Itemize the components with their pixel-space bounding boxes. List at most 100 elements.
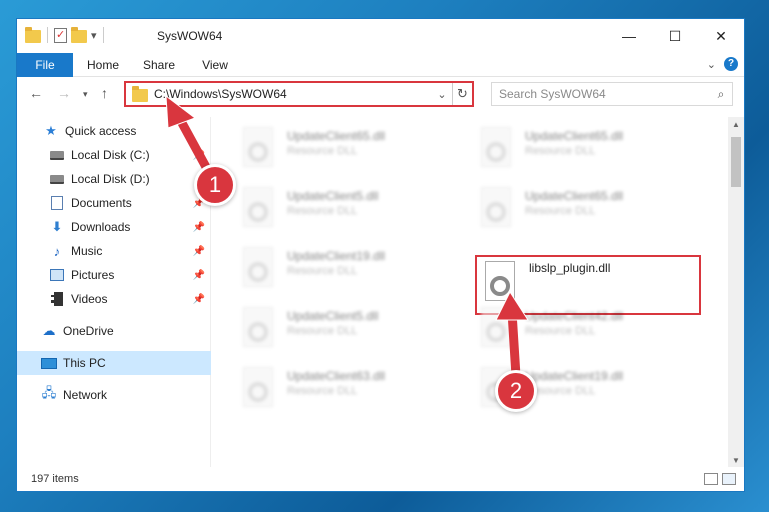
file-item[interactable]: UpdateClient65.dll Resource DLL: [473, 183, 703, 235]
details-view-icon[interactable]: [704, 473, 718, 485]
pictures-icon: [49, 267, 65, 283]
tab-view[interactable]: View: [189, 53, 241, 77]
address-bar[interactable]: C:\Windows\SysWOW64 ⌄ ↻: [124, 81, 474, 107]
disk-icon: [49, 147, 65, 163]
scrollbar-thumb[interactable]: [731, 137, 741, 187]
onedrive-icon: ☁: [42, 323, 56, 338]
tab-file[interactable]: File: [17, 53, 73, 77]
file-item[interactable]: UpdateClient63.dll Resource DLL: [235, 363, 465, 415]
file-name: UpdateClient5.dll: [287, 189, 379, 203]
sidebar-item-pictures[interactable]: Pictures 📌: [17, 263, 211, 287]
sidebar-item-label: Videos: [71, 292, 108, 306]
file-name: UpdateClient19.dll: [525, 369, 624, 383]
navigation-pane: ★ Quick access Local Disk (C:) 📌 Local D…: [17, 117, 211, 469]
status-bar: 197 items: [17, 467, 744, 491]
new-folder-icon[interactable]: [71, 26, 87, 43]
file-name: UpdateClient65.dll: [525, 129, 624, 143]
pin-icon[interactable]: 📌: [193, 150, 205, 161]
sidebar-item-label: Local Disk (C:): [71, 148, 150, 162]
sidebar-item-label: Network: [63, 388, 108, 402]
dll-file-icon: [485, 261, 515, 301]
file-type: Resource DLL: [525, 325, 596, 337]
file-item[interactable]: UpdateClient19.dll Resource DLL: [235, 243, 465, 295]
window-controls: — ☐ ✕: [606, 19, 744, 53]
tab-home[interactable]: Home: [77, 53, 129, 77]
pin-icon[interactable]: 📌: [193, 222, 205, 233]
sidebar-item-label: OneDrive: [63, 324, 114, 338]
pin-icon[interactable]: 📌: [193, 246, 205, 257]
item-count: 197 items: [31, 473, 79, 485]
chevron-down-icon[interactable]: ⌄: [707, 58, 716, 71]
maximize-button[interactable]: ☐: [652, 19, 698, 53]
dll-file-icon: [481, 187, 511, 227]
help-icon[interactable]: ?: [724, 57, 738, 71]
vertical-scrollbar[interactable]: ▲ ▼: [728, 117, 744, 469]
close-button[interactable]: ✕: [698, 19, 744, 53]
file-name: UpdateClient65.dll: [287, 129, 386, 143]
sidebar-item-network[interactable]: 🖧 Network: [17, 383, 211, 407]
explorer-window: ▾ SysWOW64 — ☐ ✕ File Home Share View ⌄ …: [16, 18, 745, 492]
file-item[interactable]: UpdateClient5.dll Resource DLL: [235, 183, 465, 235]
window-title: SysWOW64: [157, 29, 223, 43]
file-type: Resource DLL: [525, 205, 596, 217]
sidebar-item-downloads[interactable]: ⬇ Downloads 📌: [17, 215, 211, 239]
forward-arrow-icon[interactable]: →: [57, 85, 71, 101]
file-type: Resource DLL: [525, 145, 596, 157]
sidebar-item-local-disk-c[interactable]: Local Disk (C:) 📌: [17, 143, 211, 167]
disk-icon: [49, 171, 65, 187]
file-name: UpdateClient5.dll: [287, 309, 379, 323]
downloads-icon: ⬇: [51, 219, 63, 234]
sidebar-item-onedrive[interactable]: ☁ OneDrive: [17, 319, 211, 343]
file-type: Resource DLL: [287, 385, 358, 397]
refresh-icon[interactable]: ↻: [452, 83, 472, 105]
quick-access-toolbar: ▾: [25, 26, 106, 43]
properties-icon[interactable]: [54, 27, 67, 43]
up-arrow-icon[interactable]: ↑: [101, 85, 108, 101]
back-arrow-icon[interactable]: ←: [29, 85, 43, 101]
dll-file-icon: [481, 307, 511, 347]
file-item[interactable]: UpdateClient5.dll Resource DLL: [235, 303, 465, 355]
search-input[interactable]: Search SysWOW64 ⌕: [491, 82, 733, 106]
sidebar-item-documents[interactable]: Documents 📌: [17, 191, 211, 215]
pin-icon[interactable]: 📌: [193, 294, 205, 305]
dll-file-icon: [243, 187, 273, 227]
network-icon: 🖧: [41, 385, 57, 400]
sidebar-item-this-pc[interactable]: This PC: [17, 351, 211, 375]
pin-icon[interactable]: 📌: [193, 270, 205, 281]
ribbon-tabs: File Home Share View ⌄ ?: [17, 53, 744, 77]
sidebar-item-local-disk-d[interactable]: Local Disk (D:): [17, 167, 211, 191]
folder-icon: [132, 85, 148, 102]
scroll-up-icon[interactable]: ▲: [728, 117, 744, 133]
dll-file-icon: [481, 127, 511, 167]
tab-share[interactable]: Share: [133, 53, 185, 77]
address-row: ← → ▾ ↑ C:\Windows\SysWOW64 ⌄ ↻ Search S…: [17, 77, 744, 111]
sidebar-item-quick-access[interactable]: ★ Quick access: [17, 119, 211, 143]
minimize-button[interactable]: —: [606, 19, 652, 53]
file-name: UpdateClient42.dll: [525, 309, 624, 323]
address-path[interactable]: C:\Windows\SysWOW64: [154, 87, 432, 101]
file-item[interactable]: UpdateClient65.dll Resource DLL: [235, 123, 465, 175]
chevron-down-icon[interactable]: ⌄: [432, 88, 452, 101]
file-name: UpdateClient19.dll: [287, 249, 386, 263]
callout-badge-2: 2: [495, 370, 537, 412]
dll-file-icon: [243, 307, 273, 347]
divider: [102, 27, 104, 43]
file-item[interactable]: UpdateClient42.dll Resource DLL: [473, 303, 703, 355]
search-icon[interactable]: ⌕: [710, 87, 732, 102]
sidebar-item-videos[interactable]: Videos 📌: [17, 287, 211, 311]
folder-icon[interactable]: [25, 26, 41, 43]
recent-locations-chevron-icon[interactable]: ▾: [83, 89, 88, 100]
title-bar: ▾ SysWOW64 — ☐ ✕: [17, 19, 744, 53]
file-item[interactable]: UpdateClient65.dll Resource DLL: [473, 123, 703, 175]
sidebar-item-music[interactable]: ♪ Music 📌: [17, 239, 211, 263]
divider: [47, 27, 48, 43]
documents-icon: [49, 195, 65, 211]
file-name: UpdateClient63.dll: [287, 369, 386, 383]
sidebar-item-label: This PC: [63, 356, 106, 370]
sidebar-item-label: Local Disk (D:): [71, 172, 150, 186]
callout-badge-1: 1: [194, 164, 236, 206]
large-icons-view-icon[interactable]: [722, 473, 736, 485]
videos-icon: [49, 291, 65, 307]
file-type: Resource DLL: [287, 265, 358, 277]
customize-toolbar-icon[interactable]: ▾: [91, 29, 97, 42]
